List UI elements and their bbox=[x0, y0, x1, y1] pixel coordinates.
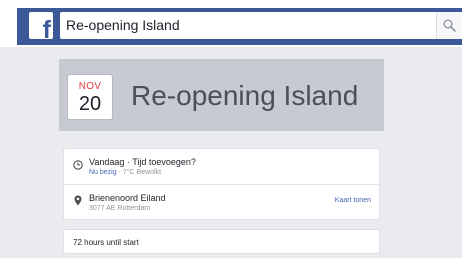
map-pin-icon bbox=[74, 195, 82, 206]
event-details-card: Vandaag · Tijd toevoegen? Nu bezig · 7°C… bbox=[63, 148, 380, 220]
show-map-link[interactable]: Kaart tonen bbox=[335, 197, 371, 204]
weather-text: · 7°C Bewolkt bbox=[116, 169, 162, 176]
event-time-text[interactable]: Vandaag · Tijd toevoegen? bbox=[89, 157, 196, 167]
status-now: Nu bezig bbox=[89, 169, 117, 176]
logo-letter: f bbox=[42, 16, 51, 40]
clock-icon bbox=[73, 160, 83, 170]
event-month: NOV bbox=[78, 81, 102, 92]
search-box bbox=[60, 12, 462, 39]
event-date-badge: NOV 20 bbox=[67, 74, 113, 120]
top-bar: f bbox=[0, 0, 462, 47]
facebook-logo-icon[interactable]: f bbox=[29, 12, 53, 39]
divider bbox=[64, 184, 379, 185]
event-day: 20 bbox=[78, 93, 102, 115]
search-icon bbox=[443, 19, 456, 32]
event-title: Re-opening Island bbox=[131, 80, 359, 111]
location-name[interactable]: Brienenoord Eiland bbox=[89, 193, 166, 203]
event-header: NOV 20 Re-opening Island bbox=[59, 59, 384, 131]
countdown-text: 72 hours until start bbox=[73, 238, 139, 247]
search-button[interactable] bbox=[436, 12, 462, 39]
search-input[interactable] bbox=[66, 14, 426, 36]
location-address: 3077 AE Rotterdam bbox=[89, 205, 151, 212]
countdown-card: 72 hours until start bbox=[63, 229, 380, 254]
event-status-line: Nu bezig · 7°C Bewolkt bbox=[89, 169, 161, 176]
